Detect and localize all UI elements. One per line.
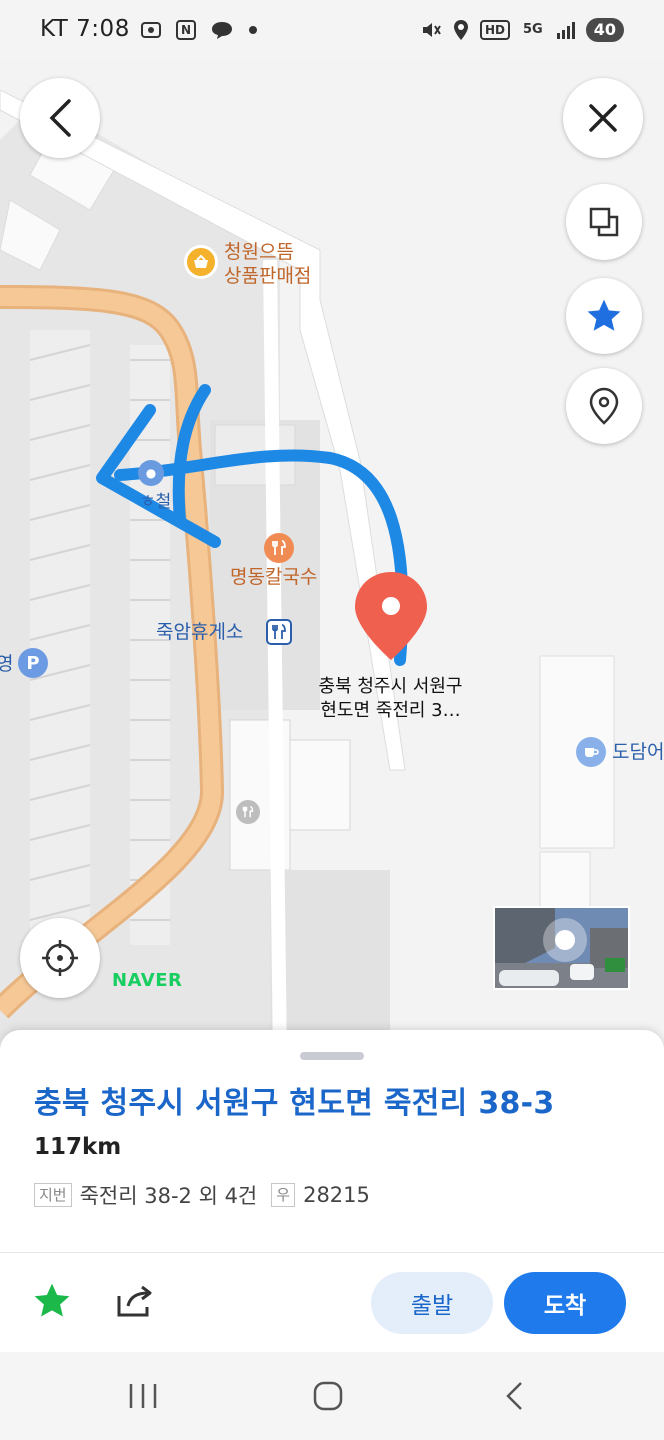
home-icon[interactable] (312, 1380, 344, 1412)
hd-icon: HD (480, 20, 511, 40)
back-nav-icon[interactable] (503, 1380, 527, 1412)
lot-tag: 지번 (34, 1183, 72, 1207)
recent-apps-icon[interactable] (127, 1382, 159, 1410)
share-icon[interactable] (116, 1284, 154, 1318)
sheet-handle[interactable] (300, 1052, 364, 1060)
layers-icon (589, 207, 619, 237)
status-bar: KT 7:08 N HD 5G 40 (0, 0, 664, 68)
store-label[interactable]: 청원으뜸 상품판매점 (224, 240, 311, 288)
address-meta: 지번 죽전리 38-2 외 4건 우 28215 (34, 1180, 370, 1210)
destination-marker-icon[interactable] (352, 570, 430, 662)
battery-icon: 40 (585, 18, 624, 42)
screenshot-icon (141, 22, 161, 38)
location-icon (454, 20, 468, 40)
save-star-icon[interactable] (32, 1282, 72, 1320)
rest-area-icon[interactable] (266, 619, 292, 645)
dot-icon (249, 26, 258, 34)
back-button[interactable] (20, 78, 100, 158)
store-icon[interactable] (184, 245, 218, 279)
network-5g-icon: 5G (523, 22, 543, 37)
bus-icon[interactable]: ● (138, 460, 164, 486)
parking-icon[interactable]: P (18, 648, 48, 678)
current-location-button[interactable] (20, 918, 100, 998)
address-title: 충북 청주시 서원구 현도면 죽전리 38-3 (34, 1086, 555, 1121)
marker-label[interactable]: 충북 청주시 서원구 현도면 죽전리 3… (298, 675, 483, 723)
layers-button[interactable] (566, 184, 642, 260)
map-base (0, 60, 664, 1060)
street-view-thumbnail[interactable] (493, 906, 630, 990)
location-pin-button[interactable] (566, 368, 642, 444)
arrive-button[interactable]: 도착 (504, 1272, 626, 1334)
restaurant-label[interactable]: 명동칼국수 (230, 565, 317, 589)
bus-label[interactable]: ㅎ철 (140, 490, 171, 514)
star-icon (587, 299, 621, 331)
start-button[interactable]: 출발 (371, 1272, 493, 1334)
status-time: KT 7:08 (40, 16, 130, 42)
naver-notification-icon: N (176, 20, 197, 40)
mute-icon (423, 23, 441, 37)
zip-code: 28215 (303, 1183, 370, 1207)
distance: 117km (34, 1134, 122, 1160)
divider (0, 1252, 664, 1253)
system-nav-bar (0, 1352, 664, 1440)
cafe-label[interactable]: 도담어 (612, 740, 664, 764)
lot-number: 죽전리 38-2 외 4건 (79, 1184, 258, 1208)
rest-area-label[interactable]: 죽암휴게소 (156, 620, 243, 644)
cafe-icon[interactable] (576, 737, 606, 767)
signal-icon (556, 22, 575, 39)
crosshair-icon (42, 940, 78, 976)
map-pin-icon (589, 387, 619, 425)
parking-left-label[interactable]: 영 (0, 652, 13, 676)
chat-icon (212, 22, 233, 39)
naver-logo: NAVER (112, 970, 183, 991)
chevron-left-icon (49, 99, 71, 137)
zip-tag: 우 (271, 1183, 296, 1207)
close-icon (589, 104, 617, 132)
map-view[interactable]: 청원으뜸 상품판매점 명동칼국수 죽암휴게소 ● ㅎ철 영 P 도담어 충북 청… (0, 0, 664, 1060)
small-restaurant-icon[interactable] (236, 800, 260, 824)
favorite-map-button[interactable] (566, 278, 642, 354)
close-button[interactable] (563, 78, 643, 158)
restaurant-icon[interactable] (264, 533, 294, 563)
place-info-sheet: 충북 청주시 서원구 현도면 죽전리 38-3 117km 지번 죽전리 38-… (0, 1030, 664, 1352)
